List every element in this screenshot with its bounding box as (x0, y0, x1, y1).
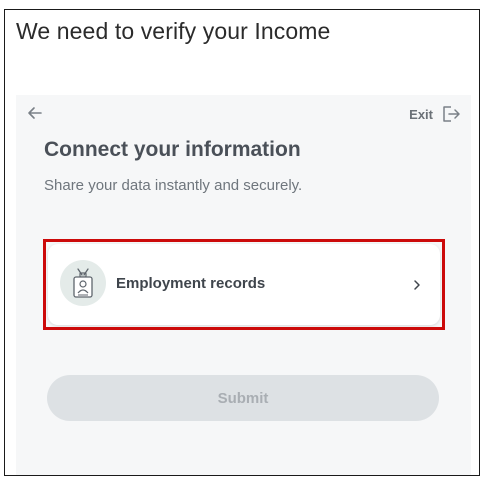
panel-subtitle: Share your data instantly and securely. (44, 177, 303, 194)
panel-title: Connect your information (44, 138, 301, 161)
exit-button[interactable]: Exit (409, 104, 461, 124)
highlight-box (43, 239, 445, 330)
submit-button[interactable]: Submit (47, 375, 439, 421)
page-title: We need to verify your Income (16, 18, 331, 44)
exit-door-icon (441, 104, 461, 124)
browser-frame: We need to verify your Income Exit Conne… (4, 9, 480, 476)
exit-label: Exit (409, 106, 433, 122)
arrow-left-icon[interactable] (26, 104, 44, 122)
connect-panel: Exit Connect your information Share your… (16, 95, 471, 475)
